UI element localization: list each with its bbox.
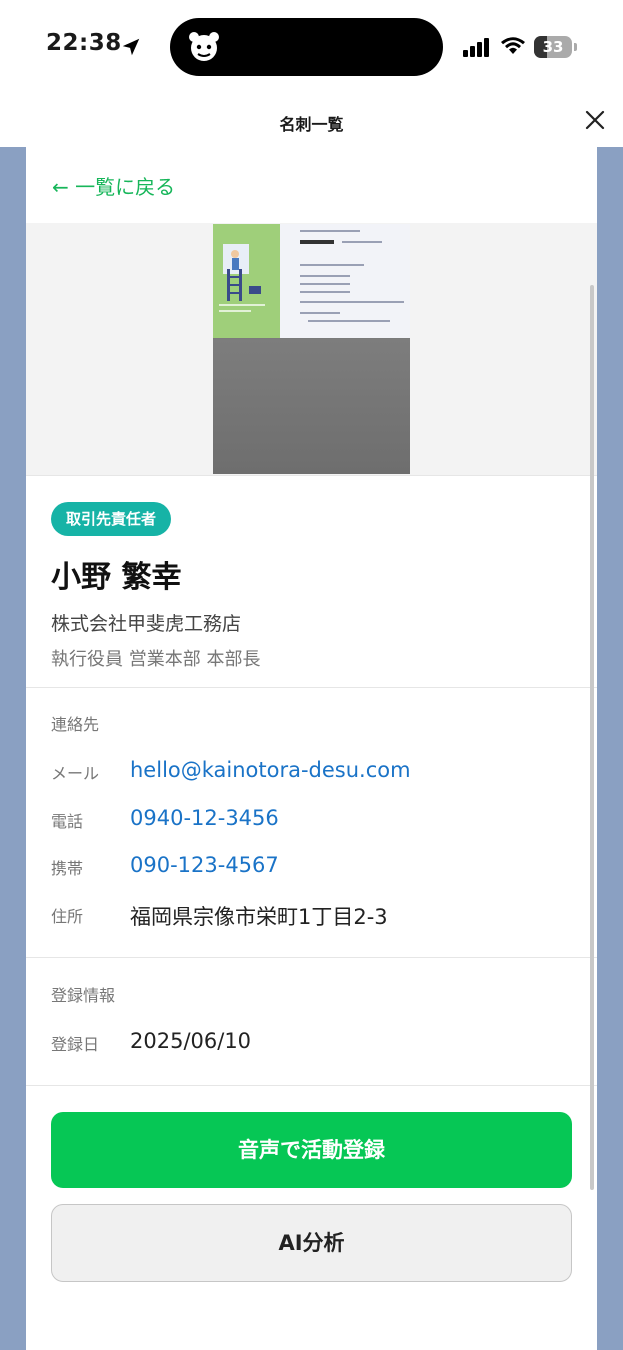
page-title: 名刺一覧 [279, 115, 344, 134]
wifi-icon [501, 37, 525, 54]
business-card-photo[interactable] [213, 224, 410, 474]
person-name: 小野 繁幸 [51, 560, 182, 595]
mobile-label: 携帯 [51, 859, 84, 878]
business-card-detail: ← 一覧に戻る 取引先責任者 小野 繁幸 株式会社甲斐虎工務店 執行役員 営業本… [26, 147, 597, 1350]
divider [26, 687, 597, 688]
modal-header: 名刺一覧 [0, 95, 623, 147]
status-bar: 22:38 33 [0, 0, 623, 95]
ai-analysis-button[interactable]: AI分析 [51, 1204, 572, 1282]
mobile-link[interactable]: 090-123-4567 [130, 853, 279, 877]
battery-percent: 33 [542, 38, 564, 56]
battery-indicator: 33 [534, 36, 578, 58]
address-label: 住所 [51, 907, 84, 926]
scrollbar[interactable] [590, 285, 594, 1190]
divider [26, 1085, 597, 1086]
registered-date-value: 2025/06/10 [130, 1029, 252, 1053]
location-arrow-icon [122, 38, 140, 56]
status-time: 22:38 [46, 30, 122, 56]
job-title: 執行役員 営業本部 本部長 [51, 649, 261, 670]
registered-date-label: 登録日 [51, 1035, 100, 1054]
email-label: メール [51, 764, 100, 783]
phone-link[interactable]: 0940-12-3456 [130, 806, 279, 830]
contact-role-badge: 取引先責任者 [51, 502, 172, 536]
dynamic-island [170, 18, 443, 76]
divider [26, 475, 597, 476]
app-activity-icon [189, 32, 219, 61]
back-to-list-link[interactable]: ← 一覧に戻る [52, 171, 175, 200]
registration-section-title: 登録情報 [51, 986, 116, 1005]
address-value: 福岡県宗像市栄町1丁目2-3 [130, 905, 388, 929]
email-link[interactable]: hello@kainotora-desu.com [130, 758, 411, 782]
battery-cap [574, 43, 577, 51]
card-illustration [213, 224, 280, 338]
divider [26, 957, 597, 958]
phone-label: 電話 [51, 812, 84, 831]
card-text-area [280, 224, 410, 338]
close-icon[interactable] [582, 107, 608, 133]
contact-section-title: 連絡先 [51, 715, 100, 734]
company-name: 株式会社甲斐虎工務店 [51, 613, 242, 635]
card-image-area [26, 223, 597, 475]
photo-background [213, 339, 410, 474]
voice-activity-register-button[interactable]: 音声で活動登録 [51, 1112, 572, 1188]
cellular-signal-icon [463, 38, 489, 57]
